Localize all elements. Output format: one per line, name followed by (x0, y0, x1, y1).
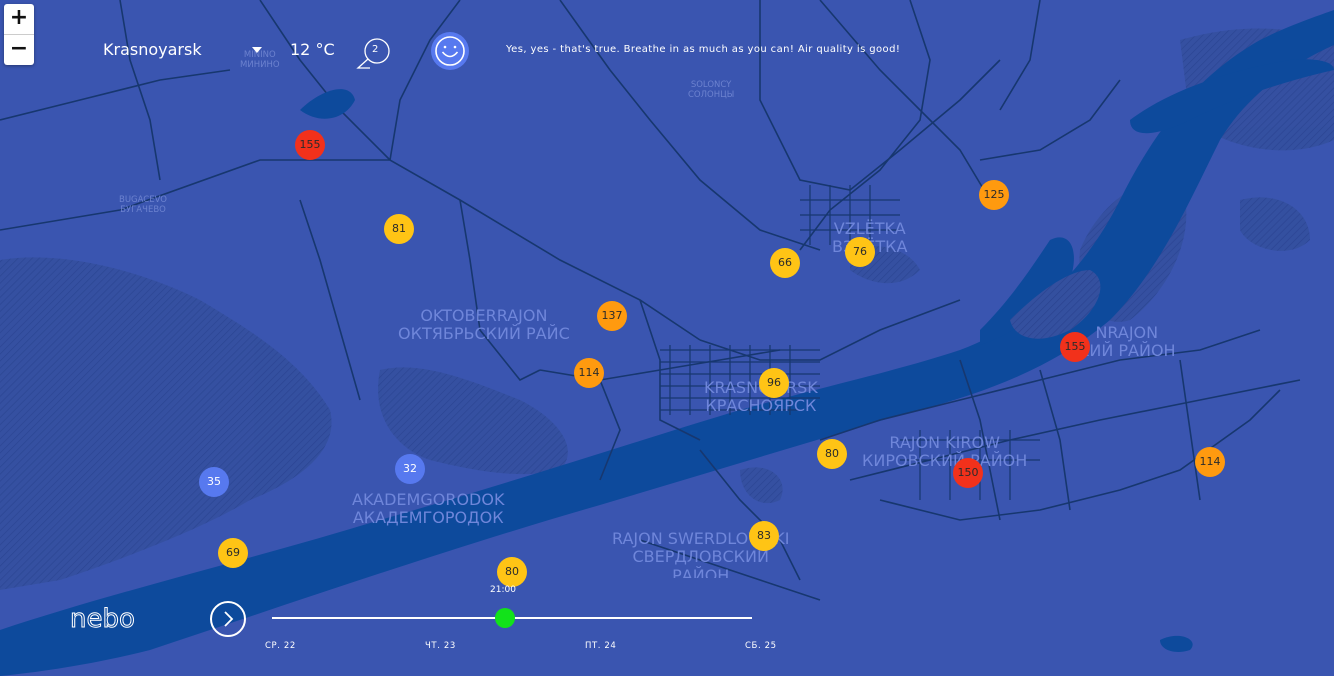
place-latin: AKADEMGORODOK (352, 490, 505, 509)
aqi-station-marker[interactable]: 114 (1195, 447, 1225, 477)
place-label-akadem: AKADEMGORODOK АКАДЕМГОРОДОК (352, 490, 505, 528)
chevron-down-icon[interactable] (252, 47, 262, 53)
comment-count: 2 (372, 44, 379, 55)
place-cyrillic: МИНИНО (240, 59, 280, 70)
place-cyrillic: АКАДЕМГОРОДОК (352, 508, 504, 528)
place-label-solncy: SOLONCY СОЛОНЦЫ (688, 80, 735, 101)
place-label-bugach: BUGACEVO БУГАЧЕВО (119, 195, 167, 216)
timeline-day-label[interactable]: ЧТ. 23 (425, 641, 456, 651)
zoom-control: + − (4, 4, 34, 65)
zoom-in-button[interactable]: + (4, 4, 34, 34)
air-quality-message: Yes, yes - that's true. Breathe in as mu… (506, 44, 901, 55)
place-label-east: NRAJON КИЙ РАЙОН (1078, 323, 1176, 361)
place-cyrillic: БУГАЧЕВО (120, 204, 166, 215)
timeline-day-label[interactable]: СБ. 25 (745, 641, 777, 651)
smiley-face-icon (430, 31, 470, 71)
nebo-logo: nebo (70, 604, 135, 634)
place-latin: VZLЁTKA (833, 219, 906, 238)
zoom-out-button[interactable]: − (4, 34, 34, 65)
aqi-station-marker[interactable]: 155 (1060, 332, 1090, 362)
aqi-station-marker[interactable]: 81 (384, 214, 414, 244)
place-latin: RAJON KIROW (889, 433, 1000, 452)
place-label-kirow: RAJON KIROW КИРОВСКИЙ РАЙОН (862, 433, 1028, 471)
aqi-station-marker[interactable]: 155 (295, 130, 325, 160)
svg-text:nebo: nebo (70, 604, 135, 634)
aqi-station-marker[interactable]: 83 (749, 521, 779, 551)
place-cyrillic: СОЛОНЦЫ (688, 89, 735, 100)
place-label-minino: MININO МИНИНО (240, 50, 280, 71)
aqi-station-marker[interactable]: 80 (497, 557, 527, 587)
aqi-station-marker[interactable]: 150 (953, 458, 983, 488)
aqi-station-marker[interactable]: 125 (979, 180, 1009, 210)
place-cyrillic: КИЙ РАЙОН (1078, 341, 1176, 361)
comments-button[interactable]: 2 (356, 37, 394, 71)
place-cyrillic: РАЙОН (672, 565, 730, 578)
place-latin: OKTOBERRAJON (420, 306, 548, 325)
place-label-oktober: OKTOBERRAJON ОКТЯБРЬСКИЙ РАЙС (398, 306, 570, 344)
place-cyrillic: СВЕРДЛОВСКИЙ (632, 547, 769, 567)
place-cyrillic: КИРОВСКИЙ РАЙОН (862, 451, 1028, 471)
timeline-handle[interactable] (495, 608, 515, 628)
aqi-station-marker[interactable]: 32 (395, 454, 425, 484)
aqi-station-marker[interactable]: 137 (597, 301, 627, 331)
aqi-station-marker[interactable]: 66 (770, 248, 800, 278)
chevron-right-icon (224, 611, 234, 627)
aqi-station-marker[interactable]: 80 (817, 439, 847, 469)
timeline-day-label[interactable]: СР. 22 (265, 641, 296, 651)
place-cyrillic: ОКТЯБРЬСКИЙ РАЙС (398, 324, 570, 344)
place-cyrillic: КРАСНОЯРСК (705, 396, 817, 416)
temperature: 12 °C (290, 40, 335, 59)
aqi-station-marker[interactable]: 114 (574, 358, 604, 388)
city-name[interactable]: Krasnoyarsk (103, 40, 202, 59)
timeline-day-label[interactable]: ПТ. 24 (585, 641, 616, 651)
play-button[interactable] (210, 601, 246, 637)
aqi-station-marker[interactable]: 96 (759, 368, 789, 398)
place-latin: NRAJON (1095, 323, 1159, 342)
aqi-station-marker[interactable]: 76 (845, 237, 875, 267)
aqi-station-marker[interactable]: 69 (218, 538, 248, 568)
current-time-label: 21:00 (490, 585, 516, 595)
aqi-station-marker[interactable]: 35 (199, 467, 229, 497)
